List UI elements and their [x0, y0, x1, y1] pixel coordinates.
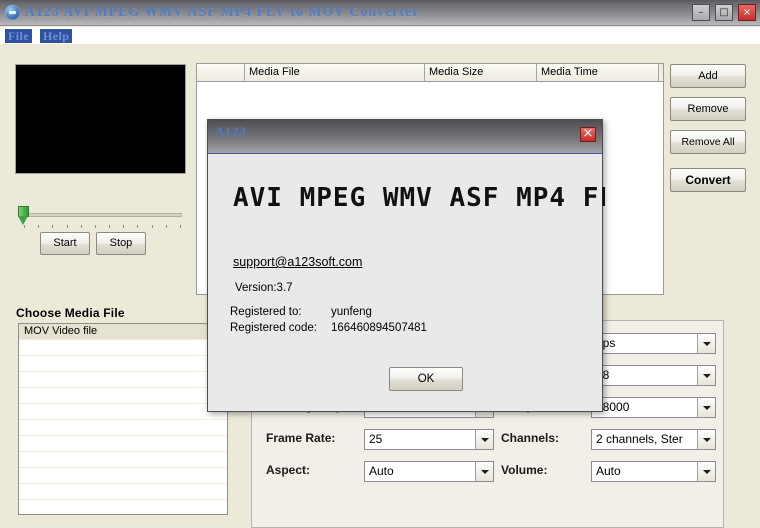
- video-preview[interactable]: [15, 64, 186, 174]
- app-logo-icon: [5, 5, 20, 20]
- slider-tick: [24, 225, 25, 228]
- menu-item-file[interactable]: File: [5, 29, 32, 43]
- list-item[interactable]: [19, 484, 227, 500]
- chevron-down-icon[interactable]: [697, 334, 715, 353]
- settings-row-frame-rate: Frame Rate: 25: [266, 429, 494, 450]
- settings-combo-channels[interactable]: 2 channels, Ster: [591, 429, 716, 450]
- maximize-icon: □: [719, 7, 729, 18]
- slider-tick: [80, 225, 82, 228]
- dialog-titlebar: A123: [208, 120, 602, 154]
- slider-track: [24, 213, 182, 217]
- dialog-ok-button[interactable]: OK: [389, 367, 463, 391]
- settings-value-volume: Auto: [596, 464, 621, 478]
- close-icon: ×: [742, 7, 752, 18]
- settings-combo-aspect[interactable]: Auto: [364, 461, 494, 482]
- column-header-index[interactable]: [197, 64, 245, 81]
- settings-row-volume: Volume: Auto: [501, 461, 716, 482]
- slider-tick: [109, 225, 111, 228]
- chevron-down-icon[interactable]: [697, 430, 715, 449]
- convert-button[interactable]: Convert: [670, 168, 746, 192]
- slider-tick: [38, 225, 40, 228]
- choose-media-heading: Choose Media File: [16, 306, 125, 320]
- list-item[interactable]: [19, 468, 227, 484]
- settings-combo-frame-rate[interactable]: 25: [364, 429, 494, 450]
- menu-item-help[interactable]: Help: [40, 29, 73, 43]
- settings-combo-sample[interactable]: 48000: [591, 397, 716, 418]
- column-header-media-size[interactable]: Media Size: [425, 64, 537, 81]
- list-item[interactable]: [19, 404, 227, 420]
- settings-combo-audio-bitrate[interactable]: 28: [591, 365, 716, 386]
- dialog-product-banner: AVI MPEG WMV ASF MP4 FLV to: [233, 183, 605, 213]
- settings-value-frame-rate: 25: [369, 432, 383, 446]
- settings-combo-volume[interactable]: Auto: [591, 461, 716, 482]
- seek-slider[interactable]: [16, 206, 188, 228]
- slider-tick: [151, 225, 153, 228]
- settings-value-sample: 48000: [596, 400, 630, 414]
- list-item[interactable]: [19, 340, 227, 356]
- slider-thumb[interactable]: [18, 206, 29, 226]
- support-email-link[interactable]: support@a123soft.com: [233, 255, 362, 269]
- list-item[interactable]: [19, 388, 227, 404]
- settings-label-frame-rate: Frame Rate:: [266, 431, 336, 445]
- list-item[interactable]: MOV Video file: [19, 324, 227, 340]
- chevron-down-icon[interactable]: [697, 462, 715, 481]
- slider-tick: [52, 225, 54, 228]
- add-button[interactable]: Add: [670, 64, 746, 88]
- chevron-down-icon[interactable]: [475, 462, 493, 481]
- list-item[interactable]: [19, 452, 227, 468]
- column-header-media-file[interactable]: Media File: [245, 64, 425, 81]
- slider-tick: [94, 225, 96, 228]
- window-titlebar: A123 AVI MPEG WMV ASF MP4 FLV to MOV Con…: [0, 0, 760, 26]
- list-item[interactable]: [19, 356, 227, 372]
- slider-tick: [137, 225, 139, 228]
- registered-to-label: Registered to:: [230, 306, 302, 318]
- settings-row-channels: Channels: 2 channels, Ster: [501, 429, 716, 450]
- slider-thumb-tip: [18, 216, 28, 225]
- registered-to-value: yunfeng: [331, 306, 372, 318]
- menubar: File Help: [0, 27, 760, 44]
- start-button[interactable]: Start: [40, 232, 90, 255]
- settings-label-aspect: Aspect:: [266, 463, 311, 477]
- window-title: A123 AVI MPEG WMV ASF MP4 FLV to MOV Con…: [25, 4, 420, 19]
- remove-all-button[interactable]: Remove All: [670, 130, 746, 154]
- maximize-button[interactable]: □: [714, 4, 733, 21]
- slider-tick: [66, 225, 68, 228]
- list-item[interactable]: [19, 420, 227, 436]
- chevron-down-icon[interactable]: [697, 366, 715, 385]
- dialog-close-button[interactable]: [580, 127, 596, 142]
- settings-value-aspect: Auto: [369, 464, 394, 478]
- settings-value-video-bitrate: ops: [596, 336, 616, 350]
- window-controls: – □ ×: [690, 4, 756, 22]
- slider-tick: [123, 225, 125, 228]
- registered-code-value: 166460894507481: [331, 322, 427, 334]
- settings-label-channels: Channels:: [501, 431, 560, 445]
- dialog-body: AVI MPEG WMV ASF MP4 FLV to support@a123…: [208, 154, 605, 411]
- chevron-down-icon[interactable]: [697, 398, 715, 417]
- minimize-button[interactable]: –: [691, 4, 710, 21]
- settings-combo-video-bitrate[interactable]: ops: [591, 333, 716, 354]
- remove-button[interactable]: Remove: [670, 97, 746, 121]
- close-button[interactable]: ×: [738, 4, 756, 21]
- choose-media-listbox[interactable]: MOV Video file: [18, 323, 228, 515]
- slider-tick: [180, 225, 181, 228]
- dialog-title: A123: [215, 124, 247, 139]
- stop-button[interactable]: Stop: [96, 232, 146, 255]
- application-window: A123 AVI MPEG WMV ASF MP4 FLV to MOV Con…: [0, 0, 760, 528]
- minimize-icon: –: [698, 7, 704, 18]
- chevron-down-icon[interactable]: [475, 430, 493, 449]
- settings-row-aspect: Aspect: Auto: [266, 461, 494, 482]
- media-list-header: Media File Media Size Media Time: [197, 64, 663, 82]
- settings-value-audio-bitrate: 28: [596, 366, 695, 385]
- list-item[interactable]: [19, 372, 227, 388]
- dialog-version-text: Version:3.7: [235, 282, 293, 294]
- registered-code-label: Registered code:: [230, 322, 317, 334]
- list-item[interactable]: [19, 436, 227, 452]
- list-item[interactable]: [19, 500, 227, 514]
- settings-value-channels: 2 channels, Ster: [596, 432, 683, 446]
- slider-ticks: [24, 225, 182, 229]
- slider-tick: [165, 225, 167, 228]
- about-dialog: A123 AVI MPEG WMV ASF MP4 FLV to support…: [207, 119, 605, 412]
- column-header-media-time[interactable]: Media Time: [537, 64, 659, 81]
- settings-label-volume: Volume:: [501, 463, 548, 477]
